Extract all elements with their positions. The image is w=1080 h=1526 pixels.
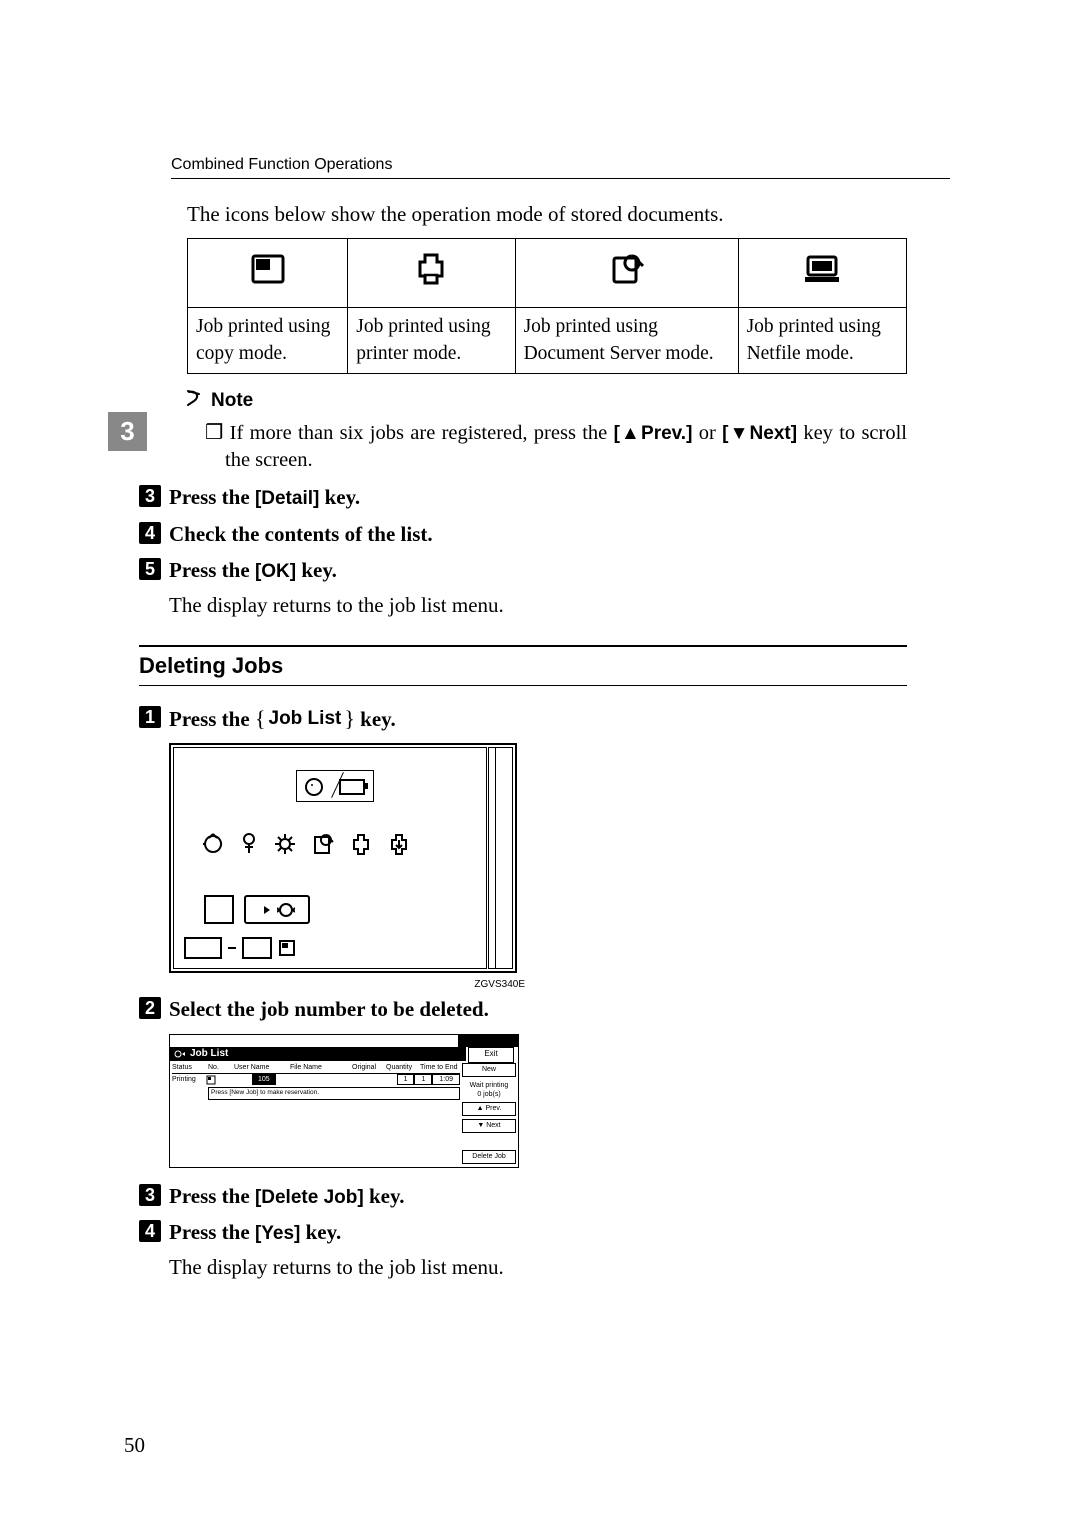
job-list-hardkey xyxy=(244,895,310,924)
panel-blank-key xyxy=(204,895,234,924)
next-key: [▼Next] xyxy=(722,423,797,444)
del-step-4-body: The display returns to the job list menu… xyxy=(169,1253,907,1281)
screen-row-2: Press [New Job] to make reservation. xyxy=(208,1087,460,1100)
note-label: Note xyxy=(211,388,253,414)
printer-mode-icon-cell xyxy=(348,239,515,308)
panel-bottom-key-1 xyxy=(184,937,222,959)
detail-key: [Detail] xyxy=(255,488,319,509)
step-5-body: The display returns to the job list menu… xyxy=(169,591,907,619)
section-heading-deleting-jobs: Deleting Jobs xyxy=(139,645,907,686)
del-step-1-number: 1 xyxy=(139,706,161,728)
screen-titlebar: Job List xyxy=(170,1047,466,1061)
copy-mode-icon-cell xyxy=(188,239,348,308)
panel-bottom-key-2 xyxy=(242,937,272,959)
figure-label: ZGVS340E xyxy=(474,978,525,992)
screen-next-button: ▼ Next xyxy=(462,1119,516,1133)
screen-delete-button: Delete Job xyxy=(462,1150,516,1164)
panel-icon-4 xyxy=(312,833,334,855)
del-step-3-text: Press the [Delete Job] key. xyxy=(169,1182,405,1211)
panel-icon-2 xyxy=(240,833,258,855)
copy-mode-caption: Job printed using copy mode. xyxy=(188,308,348,374)
del-step-3-number: 3 xyxy=(139,1184,161,1206)
indicator-icon xyxy=(296,770,374,802)
docserver-mode-caption: Job printed using Document Server mode. xyxy=(515,308,738,374)
screen-wait-1: Wait printing xyxy=(462,1081,516,1090)
step-3-text: Press the [Detail] key. xyxy=(169,483,360,512)
job-list-screen-figure: Job List Exit Status No. User Name File … xyxy=(169,1034,519,1168)
screen-prev-button: ▲ Prev. xyxy=(462,1102,516,1116)
step-4-number: 4 xyxy=(139,522,161,544)
note-icon xyxy=(185,386,205,416)
del-step-2-text: Select the job number to be deleted. xyxy=(169,995,489,1023)
delete-job-key: [Delete Job] xyxy=(255,1187,364,1208)
panel-icon-1 xyxy=(202,833,224,855)
operation-mode-table: Job printed using copy mode. Job printed… xyxy=(187,238,907,374)
page-number: 50 xyxy=(124,1433,145,1458)
netfile-mode-icon xyxy=(803,254,841,292)
screen-new-button: New xyxy=(462,1063,516,1077)
chapter-tab: 3 xyxy=(108,412,147,451)
netfile-mode-icon-cell xyxy=(738,239,906,308)
control-panel-figure: ZGVS340E xyxy=(169,743,517,973)
job-list-key: Job List xyxy=(255,704,355,734)
screen-row-1: Printing 105 1 1 1:09 xyxy=(172,1073,460,1087)
panel-icon-3 xyxy=(274,833,296,855)
panel-icon-5 xyxy=(350,833,372,855)
screen-exit-button: Exit xyxy=(468,1047,514,1063)
del-step-2-number: 2 xyxy=(139,997,161,1019)
panel-copy-icon xyxy=(278,939,296,957)
step-4-text: Check the contents of the list. xyxy=(169,520,433,548)
screen-wait-2: 0 job(s) xyxy=(462,1090,516,1099)
step-3-number: 3 xyxy=(139,485,161,507)
panel-icon-6 xyxy=(388,833,410,855)
step-5-text: Press the [OK] key. xyxy=(169,556,337,585)
del-step-1-text: Press the Job List key. xyxy=(169,704,396,734)
copy-mode-icon xyxy=(251,254,285,292)
docserver-mode-icon-cell xyxy=(515,239,738,308)
del-step-4-number: 4 xyxy=(139,1220,161,1242)
step-5-number: 5 xyxy=(139,558,161,580)
note-item: If more than six jobs are registered, pr… xyxy=(205,420,907,475)
header-rule xyxy=(171,178,950,179)
del-step-4-text: Press the [Yes] key. xyxy=(169,1218,341,1247)
panel-edge xyxy=(488,747,513,969)
printer-mode-caption: Job printed using printer mode. xyxy=(348,308,515,374)
printer-mode-icon xyxy=(414,253,448,293)
prev-key: [▲Prev.] xyxy=(614,423,693,444)
running-header: Combined Function Operations xyxy=(171,156,392,174)
ok-key: [OK] xyxy=(255,561,296,582)
yes-key: [Yes] xyxy=(255,1223,300,1244)
document-server-icon xyxy=(610,253,644,293)
netfile-mode-caption: Job printed using Netfile mode. xyxy=(738,308,906,374)
intro-text: The icons below show the operation mode … xyxy=(187,200,907,228)
